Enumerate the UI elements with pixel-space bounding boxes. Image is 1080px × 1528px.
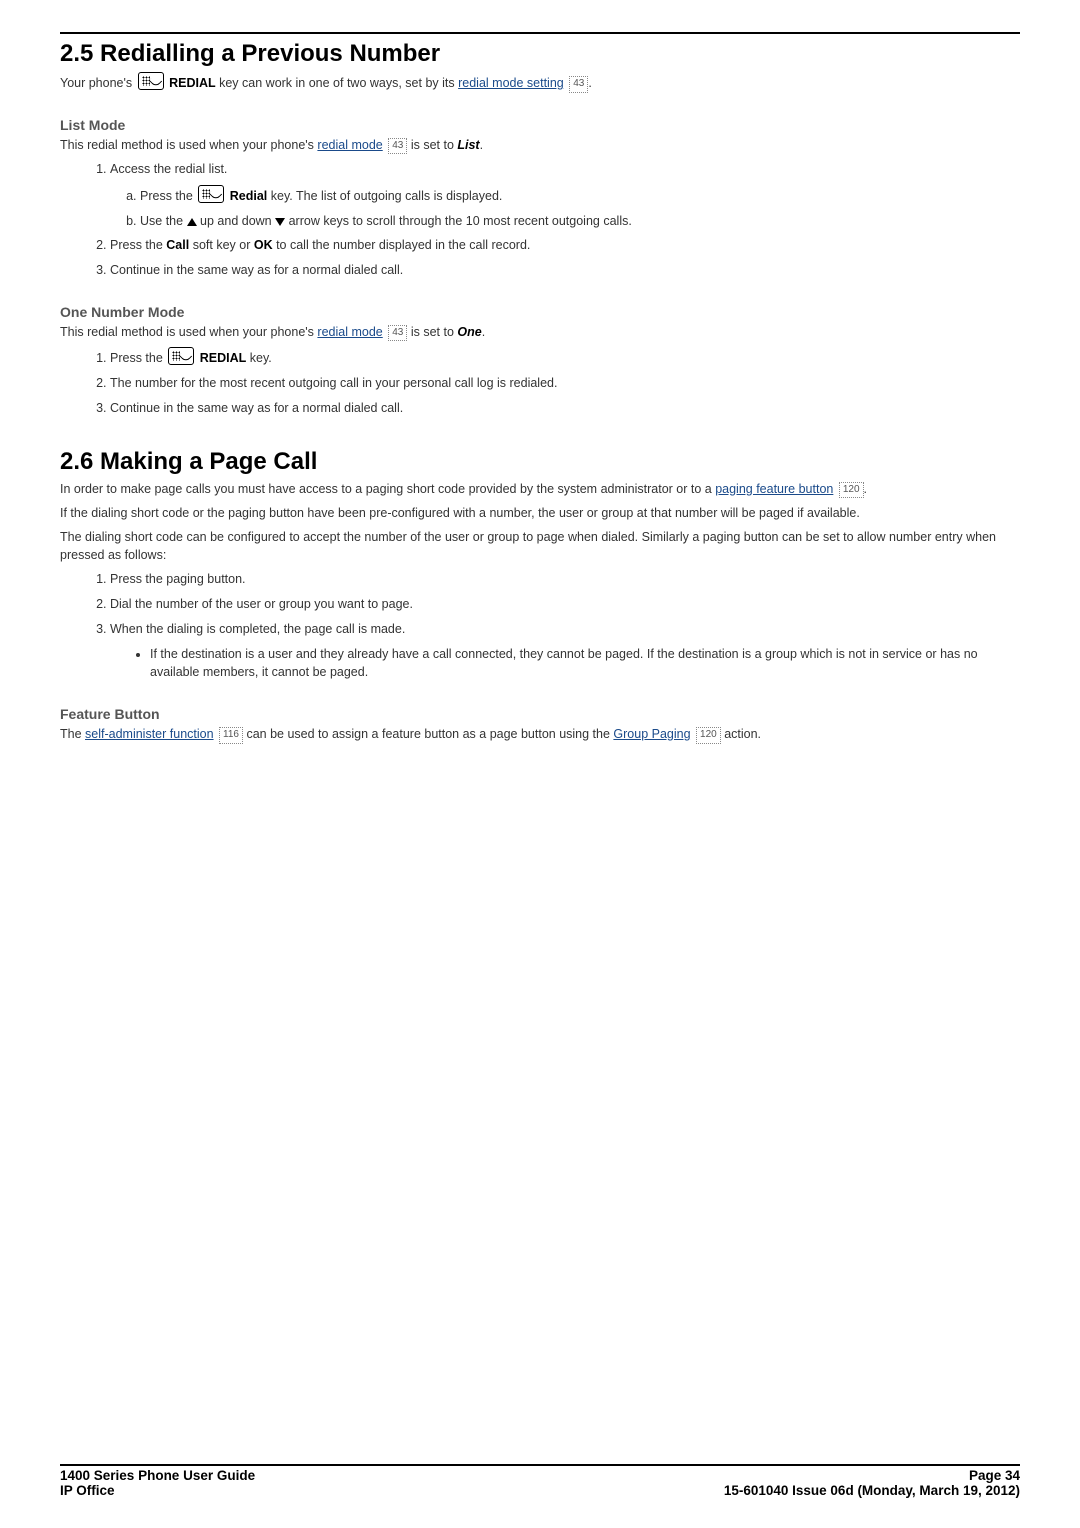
ref-43-a: 43 — [569, 76, 588, 93]
lm-step1: Access the redial list. Press the Redial… — [110, 160, 1020, 230]
lm-substeps: Press the Redial key. The list of outgoi… — [110, 185, 1020, 231]
om-desc-a: This redial method is used when your pho… — [60, 325, 317, 339]
one-mode-steps: Press the REDIAL key. The number for the… — [60, 347, 1020, 417]
pc-step3-text: When the dialing is completed, the page … — [110, 622, 405, 636]
lm-step1b-a: Use the — [140, 214, 187, 228]
om-step1-a: Press the — [110, 351, 166, 365]
lm-desc-b: is set to — [411, 138, 458, 152]
lm-step3: Continue in the same way as for a normal… — [110, 261, 1020, 280]
lm-step2-b: soft key or — [193, 238, 254, 252]
arrow-down-icon — [275, 218, 285, 226]
footer-left-2: IP Office — [60, 1483, 115, 1498]
pc-bullet: If the destination is a user and they al… — [150, 645, 1020, 683]
one-mode-desc: This redial method is used when your pho… — [60, 323, 1020, 342]
p26-1a: In order to make page calls you must hav… — [60, 482, 715, 496]
ref-120-a: 120 — [839, 482, 864, 499]
list-mode-steps: Access the redial list. Press the Redial… — [60, 160, 1020, 280]
om-step1: Press the REDIAL key. — [110, 347, 1020, 368]
lm-step2-c: to call the number displayed in the call… — [276, 238, 530, 252]
lm-step1b-b: up and down — [200, 214, 275, 228]
redial-key-label-2: Redial — [230, 189, 268, 203]
om-step1-b: key. — [250, 351, 272, 365]
om-desc-b: is set to — [411, 325, 458, 339]
fb-c: action. — [724, 727, 761, 741]
footer-right-2: 15-601040 Issue 06d (Monday, March 19, 2… — [724, 1483, 1020, 1498]
redial-icon-3 — [168, 347, 194, 365]
one-mode-value: One — [457, 325, 481, 339]
link-redial-mode-2[interactable]: redial mode — [317, 325, 382, 339]
redial-icon — [138, 72, 164, 90]
ref-43-b: 43 — [388, 138, 407, 155]
p26-3: The dialing short code can be configured… — [60, 528, 1020, 564]
lm-desc-c: . — [480, 138, 483, 152]
lm-step1a-b: key. The list of outgoing calls is displ… — [271, 189, 503, 203]
page-footer: 1400 Series Phone User Guide Page 34 IP … — [60, 1464, 1020, 1498]
om-step3: Continue in the same way as for a normal… — [110, 399, 1020, 418]
heading-2-5: 2.5 Redialling a Previous Number — [60, 40, 1020, 68]
pc-step1: Press the paging button. — [110, 570, 1020, 589]
p26-1b: . — [864, 482, 867, 496]
pc-step3-bullets: If the destination is a user and they al… — [110, 645, 1020, 683]
om-step2: The number for the most recent outgoing … — [110, 374, 1020, 393]
subheading-feature-button: Feature Button — [60, 706, 1020, 722]
link-redial-mode-1[interactable]: redial mode — [317, 138, 382, 152]
footer-left-1: 1400 Series Phone User Guide — [60, 1468, 255, 1483]
link-self-administer[interactable]: self-administer function — [85, 727, 214, 741]
redial-key-label: REDIAL — [169, 76, 216, 90]
footer-right-1: Page 34 — [969, 1468, 1020, 1483]
om-desc-c: . — [482, 325, 485, 339]
lm-step1b-c: arrow keys to scroll through the 10 most… — [289, 214, 632, 228]
fb-a: The — [60, 727, 85, 741]
call-key: Call — [166, 238, 189, 252]
pc-step3: When the dialing is completed, the page … — [110, 620, 1020, 682]
intro-text-a: Your phone's — [60, 76, 136, 90]
section-2-6: 2.6 Making a Page Call In order to make … — [60, 448, 1020, 744]
p26-2: If the dialing short code or the paging … — [60, 504, 1020, 522]
lm-step2: Press the Call soft key or OK to call th… — [110, 236, 1020, 255]
lm-desc-a: This redial method is used when your pho… — [60, 138, 317, 152]
page-call-steps: Press the paging button. Dial the number… — [60, 570, 1020, 682]
p26-1: In order to make page calls you must hav… — [60, 480, 1020, 499]
arrow-up-icon — [187, 218, 197, 226]
heading-2-6: 2.6 Making a Page Call — [60, 448, 1020, 476]
list-mode-value: List — [457, 138, 479, 152]
subheading-list-mode: List Mode — [60, 117, 1020, 133]
link-paging-feature-button[interactable]: paging feature button — [715, 482, 833, 496]
fb-b: can be used to assign a feature button a… — [246, 727, 613, 741]
intro-text-d: . — [588, 76, 591, 90]
section-2-5: 2.5 Redialling a Previous Number Your ph… — [60, 40, 1020, 418]
lm-step1b: Use the up and down arrow keys to scroll… — [140, 212, 1020, 231]
lm-step2-a: Press the — [110, 238, 166, 252]
top-rule — [60, 32, 1020, 34]
list-mode-desc: This redial method is used when your pho… — [60, 136, 1020, 155]
ref-116: 116 — [219, 727, 243, 744]
link-group-paging[interactable]: Group Paging — [613, 727, 690, 741]
ref-43-c: 43 — [388, 325, 407, 342]
subheading-one-mode: One Number Mode — [60, 304, 1020, 320]
ref-120-b: 120 — [696, 727, 721, 744]
redial-key-label-3: REDIAL — [200, 351, 247, 365]
lm-step1-text: Access the redial list. — [110, 162, 227, 176]
link-redial-mode-setting[interactable]: redial mode setting — [458, 76, 564, 90]
footer-rule — [60, 1464, 1020, 1466]
pc-step2: Dial the number of the user or group you… — [110, 595, 1020, 614]
intro-2-5: Your phone's REDIAL key can work in one … — [60, 72, 1020, 93]
lm-step1a: Press the Redial key. The list of outgoi… — [140, 185, 1020, 206]
ok-key: OK — [254, 238, 273, 252]
feature-button-desc: The self-administer function 116 can be … — [60, 725, 1020, 744]
intro-text-c: key can work in one of two ways, set by … — [219, 76, 458, 90]
redial-icon-2 — [198, 185, 224, 203]
lm-step1a-a: Press the — [140, 189, 196, 203]
